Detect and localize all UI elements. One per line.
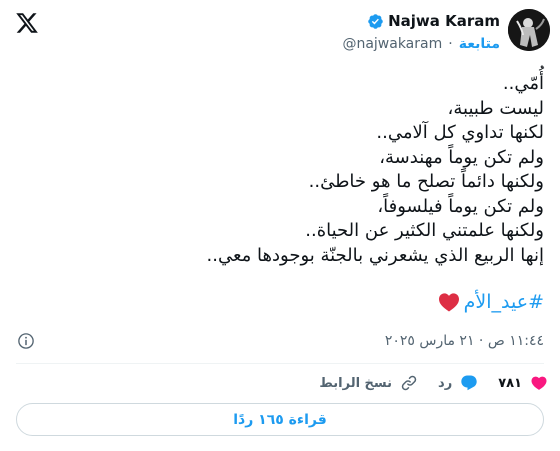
author-handle[interactable]: @najwakaram [342, 36, 442, 52]
tweet-line: ولم تكن يوماً مهندسة، [379, 146, 544, 168]
avatar[interactable] [508, 9, 550, 51]
read-replies-button[interactable]: قراءة ١٦٥ ردًا [16, 403, 544, 436]
action-bar: ٧٨١ رد نسخ الرابط [319, 372, 548, 394]
tweet-line: لكنها تداوي كل آلامي.. [376, 122, 544, 143]
verified-badge-icon [368, 13, 383, 29]
info-icon[interactable] [17, 332, 35, 350]
author-name-row[interactable]: Najwa Karam [367, 12, 500, 30]
tweet-line: أُمّي.. [502, 73, 544, 94]
divider [16, 363, 544, 364]
tweet-timestamp[interactable]: ١١:٤٤ ص · ٢١ مارس ٢٠٢٥ [385, 333, 544, 349]
tweet-line: إنها الربيع الذي يشعرني بالجنّة بوجودها … [206, 244, 544, 266]
red-heart-emoji-icon [438, 293, 459, 312]
tweet-card: Najwa Karam @najwakaram · متابعة أُمّي..… [0, 0, 560, 451]
follow-button[interactable]: متابعة [459, 36, 500, 52]
hashtag-link[interactable]: #عيد_الأم [464, 291, 544, 313]
like-button[interactable]: ٧٨١ [498, 374, 548, 392]
hashtag-row: #عيد_الأم [438, 291, 544, 313]
tweet-line: ولكنها دائماً تصلح ما هو خاطئ.. [308, 171, 544, 192]
likes-count: ٧٨١ [498, 375, 522, 391]
copy-link-label: نسخ الرابط [319, 375, 393, 391]
x-logo-icon[interactable] [15, 11, 39, 35]
link-icon [401, 375, 417, 391]
tweet-line: ولم تكن يوماً فيلسوفاً، [377, 195, 544, 217]
author-sub-row: @najwakaram · متابعة [342, 36, 500, 52]
author-name: Najwa Karam [388, 12, 500, 30]
tweet-line: ليست طبيبة، [447, 97, 544, 119]
reply-label: رد [438, 375, 453, 391]
heart-icon [531, 376, 547, 390]
reply-button[interactable]: رد [438, 374, 478, 392]
copy-link-button[interactable]: نسخ الرابط [319, 374, 418, 392]
tweet-line: ولكنها علمتني الكثير عن الحياة.. [305, 220, 544, 241]
tweet-text: أُمّي.. ليست طبيبة، لكنها تداوي كل آلامي… [24, 72, 544, 268]
reply-bubble-icon [461, 375, 477, 391]
separator-dot: · [448, 36, 453, 52]
